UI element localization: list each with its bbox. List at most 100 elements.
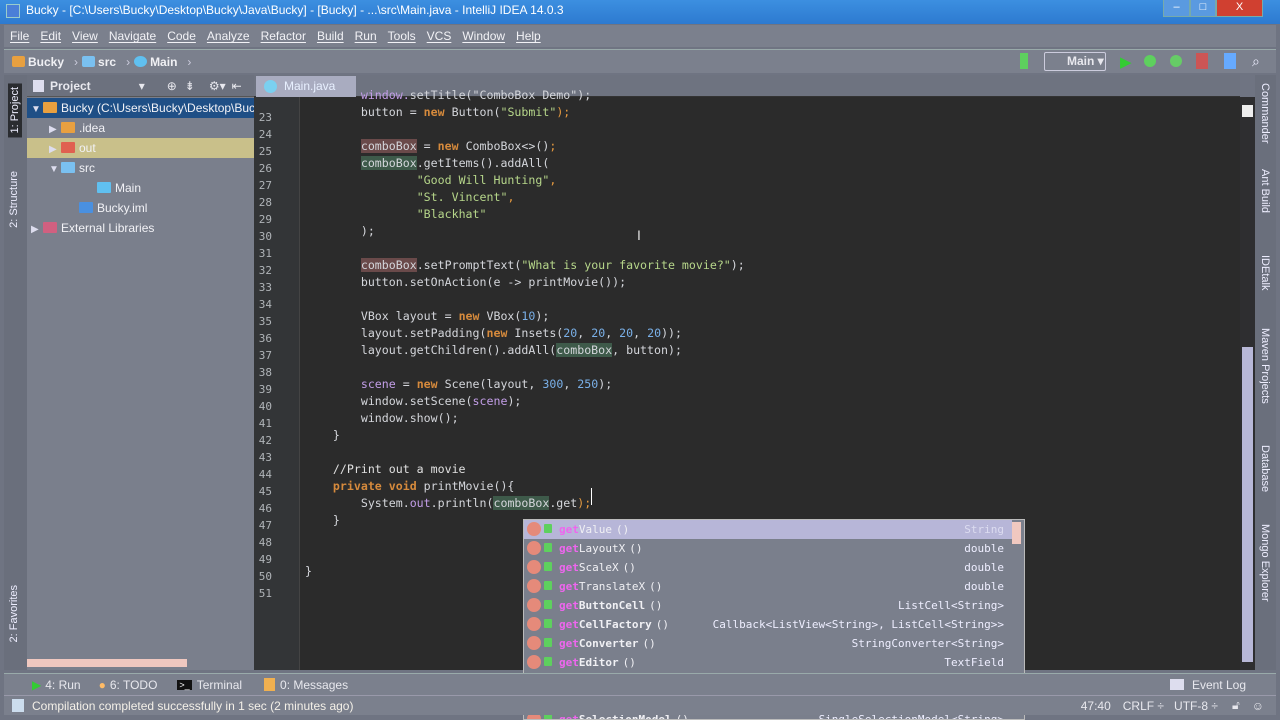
line-number: 44 [258, 468, 272, 481]
project-view-selector[interactable]: Project [50, 79, 91, 93]
search-icon[interactable]: ⌕ [1252, 53, 1268, 69]
code-token: ); [535, 309, 550, 323]
tool-event-log-tab[interactable]: Event Log [1192, 678, 1246, 692]
expand-arrow-down-icon[interactable]: ▼ [31, 100, 43, 118]
code-token: 20 [591, 326, 606, 340]
menu-edit[interactable]: Edit [40, 29, 61, 43]
coverage-icon[interactable] [1170, 55, 1182, 67]
tree-item[interactable]: ▼ Bucky (C:\Users\Bucky\Desktop\Bucky\Jav… [27, 98, 254, 118]
view-dropdown-icon[interactable]: ▾ [139, 79, 145, 93]
menu-build[interactable]: Build [317, 29, 344, 43]
tool-terminal-tab[interactable]: Terminal [197, 678, 242, 692]
completion-item[interactable]: getTranslateX() double [524, 577, 1012, 596]
completion-item[interactable]: getScaleX() double [524, 558, 1012, 577]
status-message[interactable]: Compilation completed successfully in 1 … [32, 699, 353, 713]
caret-position[interactable]: 47:40 [1081, 699, 1111, 713]
breadcrumb-separator: › [126, 54, 131, 69]
menu-refactor[interactable]: Refactor [261, 29, 306, 43]
menu-code[interactable]: Code [167, 29, 196, 43]
tool-run-tab[interactable]: 4: Run [45, 678, 80, 692]
tool-database-tab[interactable]: Database [1259, 445, 1271, 492]
tree-item[interactable]: ▼ src [27, 158, 254, 178]
code-line: "St. Vincent", [305, 189, 515, 206]
completion-name: getEditor() [559, 653, 636, 672]
expand-arrow-down-icon[interactable]: ▼ [49, 160, 61, 178]
minimize-button[interactable]: – [1163, 0, 1190, 17]
encoding-selector[interactable]: UTF-8 ÷ [1174, 699, 1218, 713]
breadcrumb-label: src [98, 54, 117, 69]
tool-mongo-explorer-tab[interactable]: Mongo Explorer [1259, 524, 1271, 602]
tool-commander-tab[interactable]: Commander [1259, 83, 1271, 144]
close-button[interactable]: X [1216, 0, 1263, 17]
expand-arrow-right-icon[interactable]: ▶ [49, 140, 61, 158]
lock-icon[interactable]: 🔓︎ [1232, 698, 1240, 713]
tool-idetalk-tab[interactable]: IDEtalk [1259, 255, 1271, 290]
completion-prefix: get [559, 599, 579, 612]
debug-icon[interactable] [1144, 55, 1156, 67]
completion-item[interactable]: getConverter() StringConverter<String> [524, 634, 1012, 653]
tool-ant-build-tab[interactable]: Ant Build [1259, 169, 1271, 213]
inspector-icon[interactable]: ☺ [1252, 699, 1264, 713]
menu-navigate[interactable]: Navigate [109, 29, 156, 43]
breadcrumb-main[interactable]: Main [134, 55, 177, 69]
tree-item[interactable]: Bucky.iml [27, 198, 254, 218]
line-separator-selector[interactable]: CRLF ÷ [1123, 699, 1164, 713]
menu-window[interactable]: Window [462, 29, 505, 43]
project-structure-icon[interactable] [1224, 53, 1236, 69]
menu-run[interactable]: Run [355, 29, 377, 43]
completion-name: getScaleX() [559, 558, 636, 577]
code-line: window.show(); [305, 410, 459, 427]
completion-item[interactable]: getEditor() TextField [524, 653, 1012, 672]
folder-icon [79, 202, 93, 213]
tool-project-tab[interactable]: 1: Project [8, 83, 22, 138]
menu-vcs[interactable]: VCS [427, 29, 452, 43]
public-lock-icon [544, 600, 552, 609]
completion-item[interactable]: getLayoutX() double [524, 539, 1012, 558]
make-project-icon[interactable] [1020, 53, 1028, 69]
code-token: .get [549, 496, 578, 510]
menu-help[interactable]: Help [516, 29, 541, 43]
code-token: .println( [430, 496, 494, 510]
completion-item[interactable]: getCellFactory() Callback<ListView<String… [524, 615, 1012, 634]
tool-messages-tab[interactable]: 0: Messages [280, 678, 348, 692]
code-token: 300 [542, 377, 564, 391]
breadcrumb-project[interactable]: Bucky [12, 55, 64, 69]
tool-todo-tab[interactable]: 6: TODO [110, 678, 158, 692]
settings-gear-icon[interactable]: ⚙▾ [209, 79, 226, 93]
title-bar: Bucky - [C:\Users\Bucky\Desktop\Bucky\Ja… [0, 0, 1280, 24]
expand-arrow-right-icon[interactable]: ▶ [31, 220, 43, 238]
menu-analyze[interactable]: Analyze [207, 29, 250, 43]
maximize-button[interactable]: □ [1190, 0, 1216, 17]
code-line: comboBox.getItems().addAll( [305, 155, 549, 172]
breadcrumb-src[interactable]: src [82, 55, 116, 69]
tree-item[interactable]: ▶ out [27, 138, 254, 158]
run-config-dropdown[interactable]: Main ▾ [1044, 52, 1106, 71]
run-icon[interactable]: ▶ [1120, 53, 1136, 71]
expand-arrow-right-icon[interactable]: ▶ [49, 120, 61, 138]
menu-view[interactable]: View [72, 29, 98, 43]
method-icon [527, 598, 541, 612]
horizontal-scrollbar[interactable] [27, 659, 187, 667]
tool-favorites-tab[interactable]: 2: Favorites [8, 585, 20, 642]
menu-tools[interactable]: Tools [388, 29, 416, 43]
line-number: 26 [258, 162, 272, 175]
collapse-all-icon[interactable]: ⇟ [185, 79, 195, 93]
popup-scrollbar[interactable] [1012, 522, 1021, 544]
hide-panel-icon[interactable]: ⇤ [232, 79, 242, 93]
tree-item[interactable]: ▶ .idea [27, 118, 254, 138]
menu-file[interactable]: File [10, 29, 29, 43]
completion-item[interactable]: getButtonCell() ListCell<String> [524, 596, 1012, 615]
completion-item[interactable]: getValue () String [524, 520, 1012, 539]
editor-scrollbar[interactable] [1240, 97, 1255, 670]
stop-icon[interactable] [1196, 53, 1208, 69]
tree-item[interactable]: ▶ External Libraries [27, 218, 254, 238]
code-token: = [416, 139, 438, 153]
tool-structure-tab[interactable]: 2: Structure [8, 171, 20, 228]
scrollbar-thumb[interactable] [1242, 347, 1253, 662]
method-icon [527, 655, 541, 669]
line-number: 28 [258, 196, 272, 209]
tool-maven-projects-tab[interactable]: Maven Projects [1259, 328, 1271, 404]
code-line: window.setScene(scene); [305, 393, 522, 410]
scroll-from-source-icon[interactable]: ⊕ [167, 79, 177, 93]
tree-item[interactable]: Main [27, 178, 254, 198]
